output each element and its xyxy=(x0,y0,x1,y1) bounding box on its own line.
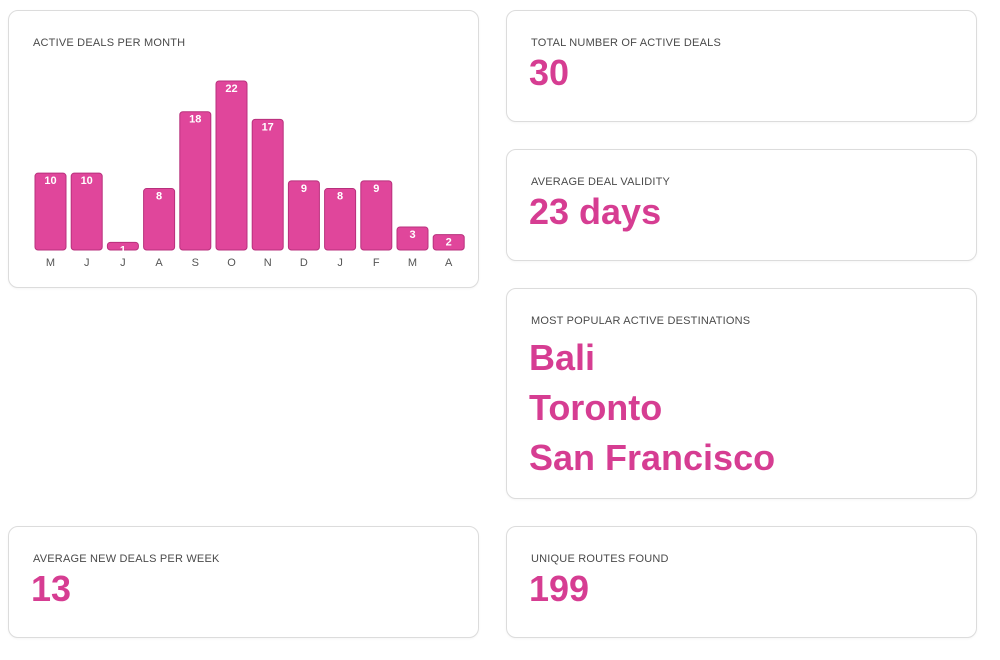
unique-routes-card: UNIQUE ROUTES FOUND 199 xyxy=(506,526,977,638)
bar-value-label: 10 xyxy=(44,175,56,187)
x-tick-label: D xyxy=(300,257,308,269)
x-tick-label: J xyxy=(337,257,343,269)
total-active-deals-card: TOTAL NUMBER OF ACTIVE DEALS 30 xyxy=(506,10,977,122)
destination-item: Bali xyxy=(529,337,596,378)
popular-destinations-label: MOST POPULAR ACTIVE DESTINATIONS xyxy=(531,315,751,327)
average-new-deals-value: 13 xyxy=(31,568,72,609)
average-new-deals-label: AVERAGE NEW DEALS PER WEEK xyxy=(33,553,220,565)
chart-bar xyxy=(215,80,248,251)
x-tick-label: N xyxy=(264,257,272,269)
average-deal-validity-label: AVERAGE DEAL VALIDITY xyxy=(531,176,671,188)
x-tick-label: J xyxy=(84,257,90,269)
x-tick-label: J xyxy=(120,257,126,269)
active-deals-chart-card: ACTIVE DEALS PER MONTH 10 M 10 J 1 J 8 A 18 S 22 O 1… xyxy=(8,10,479,288)
total-active-deals-value: 30 xyxy=(529,52,570,93)
x-tick-label: M xyxy=(46,257,55,269)
active-deals-bar-chart: 10M10J1J8A18S22O17N9D8J9F3M2A xyxy=(34,80,465,269)
destinations-list: Bali Toronto San Francisco xyxy=(529,333,775,483)
destination-item: Toronto xyxy=(529,387,663,428)
total-active-deals-label: TOTAL NUMBER OF ACTIVE DEALS xyxy=(531,37,721,49)
x-tick-label: A xyxy=(445,257,453,269)
x-tick-label: M xyxy=(408,257,417,269)
x-tick-label: O xyxy=(227,257,236,269)
average-deal-validity-value: 23 days xyxy=(529,191,662,232)
popular-destinations-card: MOST POPULAR ACTIVE DESTINATIONS Bali To… xyxy=(506,288,977,499)
bar-value-label: 1 xyxy=(120,244,126,256)
bar-value-label: 9 xyxy=(301,183,307,195)
destination-item: San Francisco xyxy=(529,437,776,478)
x-tick-label: F xyxy=(373,257,380,269)
x-tick-label: S xyxy=(192,257,199,269)
bar-value-label: 10 xyxy=(81,175,93,187)
bar-value-label: 8 xyxy=(337,191,343,203)
chart-bar xyxy=(251,118,284,251)
average-deal-validity-card: AVERAGE DEAL VALIDITY 23 days xyxy=(506,149,977,261)
bar-value-label: 2 xyxy=(446,237,452,249)
bar-value-label: 9 xyxy=(373,183,379,195)
bar-value-label: 17 xyxy=(262,121,274,133)
unique-routes-label: UNIQUE ROUTES FOUND xyxy=(531,553,669,565)
chart-bar xyxy=(179,111,212,251)
bar-value-label: 22 xyxy=(225,83,237,95)
bar-value-label: 3 xyxy=(409,229,415,241)
x-tick-label: A xyxy=(155,257,163,269)
average-new-deals-card: AVERAGE NEW DEALS PER WEEK 13 xyxy=(8,526,479,638)
unique-routes-value: 199 xyxy=(529,568,590,609)
bar-value-label: 18 xyxy=(189,114,201,126)
bar-value-label: 8 xyxy=(156,191,162,203)
